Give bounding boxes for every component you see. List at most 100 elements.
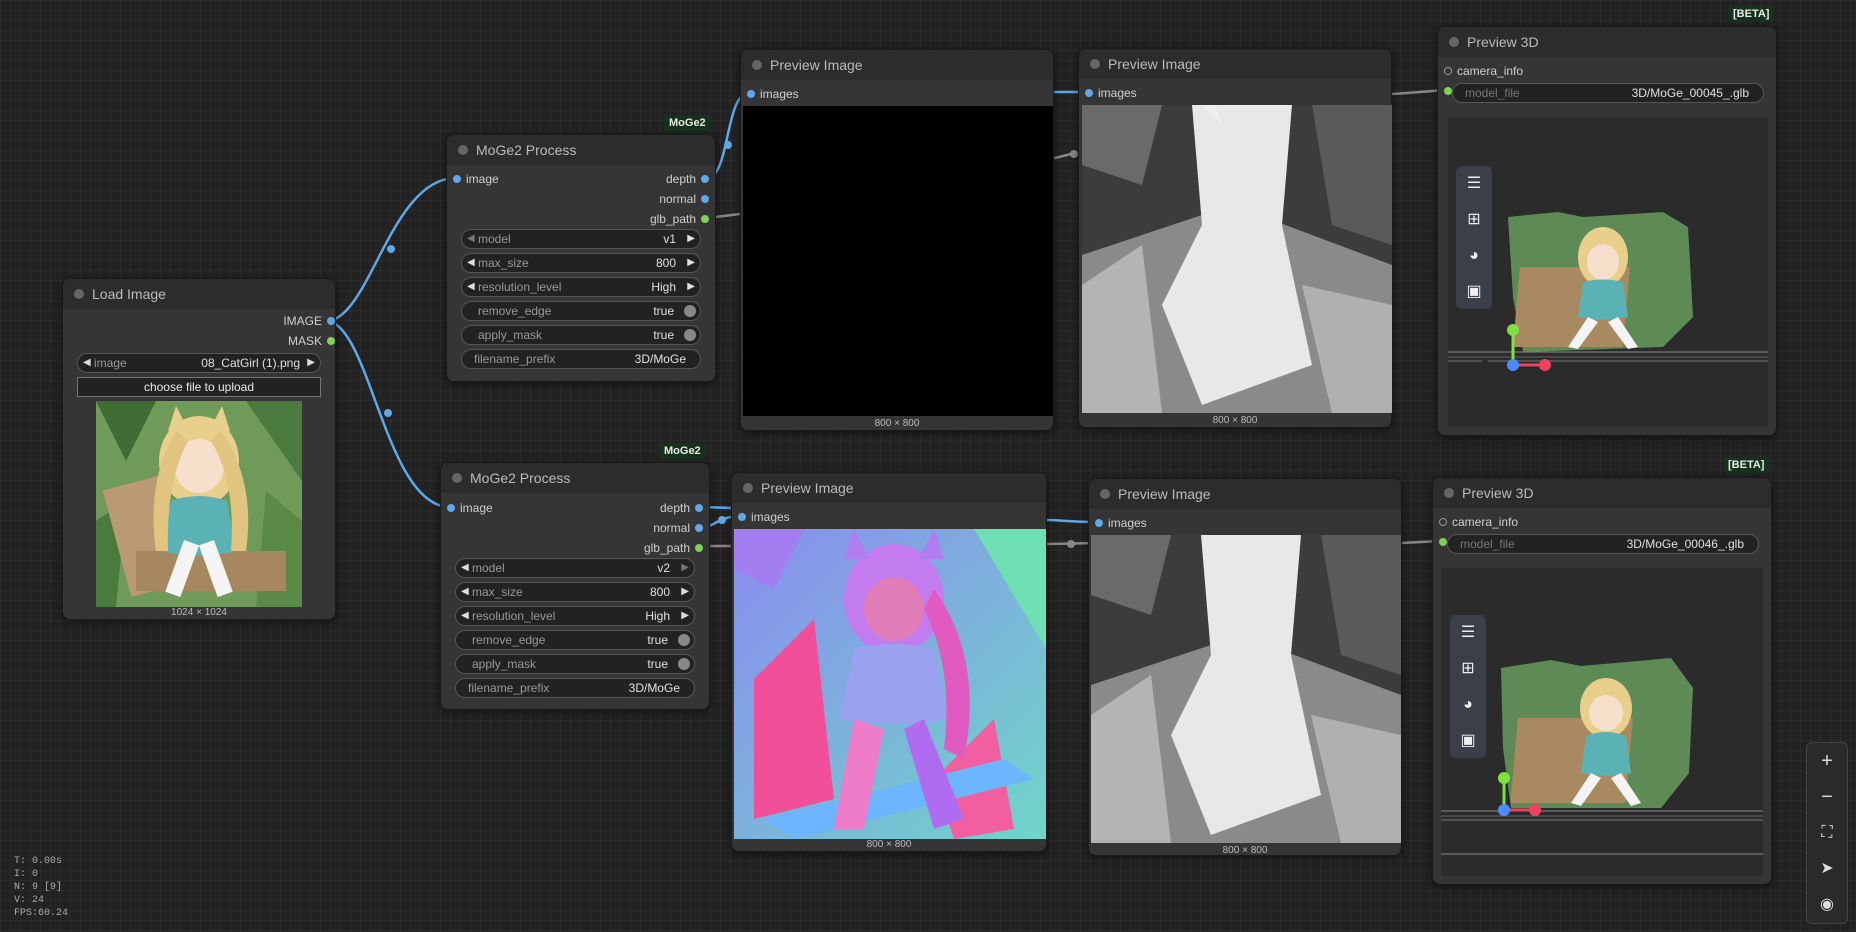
output-dot-icon[interactable] — [695, 504, 703, 512]
node-title[interactable]: Preview 3D — [1438, 27, 1776, 57]
model-widget[interactable]: ◀ model v2 ▶ — [455, 558, 695, 578]
input-images-slot[interactable]: images — [738, 509, 838, 525]
collapse-dot-icon[interactable] — [752, 60, 762, 70]
preview-3d-node-bottom[interactable]: Preview 3D camera_info model_file 3D/MoG… — [1432, 477, 1772, 885]
arrow-left-icon[interactable]: ◀ — [467, 254, 475, 272]
output-glb-slot[interactable]: glb_path — [609, 211, 709, 227]
fit-view-icon[interactable]: ⛶ — [1807, 815, 1847, 851]
apply-mask-toggle[interactable]: apply_mask true — [461, 325, 701, 345]
output-dot-icon[interactable] — [327, 337, 335, 345]
load-image-node[interactable]: Load Image IMAGE MASK ◀ image 08_CatGirl… — [62, 278, 336, 620]
arrow-left-icon[interactable]: ◀ — [461, 607, 469, 625]
arrow-right-icon[interactable]: ▶ — [687, 254, 695, 272]
moge-process-node-bottom[interactable]: MoGe2 Process image depth normal glb_pat… — [440, 462, 710, 710]
collapse-dot-icon[interactable] — [743, 483, 753, 493]
toggle-knob-icon[interactable] — [678, 658, 690, 670]
arrow-left-icon[interactable]: ◀ — [467, 278, 475, 296]
upload-button[interactable]: choose file to upload — [77, 377, 321, 397]
input-dot-icon[interactable] — [1439, 538, 1447, 546]
input-images-slot[interactable]: images — [1095, 515, 1195, 531]
preview-image-node[interactable]: Preview Image images 800 × 800 — [740, 49, 1054, 431]
node-title[interactable]: Preview Image — [1079, 49, 1391, 79]
collapse-dot-icon[interactable] — [452, 473, 462, 483]
arrow-right-icon[interactable]: ▶ — [681, 607, 689, 625]
arrow-left-icon[interactable]: ◀ — [83, 354, 91, 372]
model-file-field[interactable]: model_file 3D/MoGe_00046_.glb — [1447, 534, 1759, 554]
output-dot-icon[interactable] — [701, 175, 709, 183]
input-dot-icon[interactable] — [747, 90, 755, 98]
arrow-right-icon[interactable]: ▶ — [681, 559, 689, 577]
resolution-level-widget[interactable]: ◀ resolution_level High ▶ — [455, 606, 695, 626]
input-dot-icon[interactable] — [453, 175, 461, 183]
preview-image-node[interactable]: Preview Image images 800 × 800 — [731, 472, 1047, 852]
input-dot-icon[interactable] — [1444, 67, 1452, 75]
input-images-slot[interactable]: images — [747, 86, 847, 102]
collapse-dot-icon[interactable] — [1100, 489, 1110, 499]
collapse-dot-icon[interactable] — [1090, 59, 1100, 69]
output-depth-slot[interactable]: depth — [603, 500, 703, 516]
input-dot-icon[interactable] — [447, 504, 455, 512]
input-image-slot[interactable]: image — [453, 171, 553, 187]
toggle-knob-icon[interactable] — [678, 634, 690, 646]
node-title[interactable]: Preview Image — [732, 473, 1046, 503]
visibility-icon[interactable]: ◉ — [1807, 887, 1847, 923]
max-size-widget[interactable]: ◀ max_size 800 ▶ — [461, 253, 701, 273]
input-image-slot[interactable]: image — [447, 500, 547, 516]
output-glb-slot[interactable]: glb_path — [603, 540, 703, 556]
input-dot-icon[interactable] — [1439, 518, 1447, 526]
node-title[interactable]: MoGe2 Process — [447, 135, 715, 165]
arrow-right-icon[interactable]: ▶ — [687, 230, 695, 248]
preview-image-node[interactable]: Preview Image images 800 × 800 — [1078, 48, 1392, 428]
output-dot-icon[interactable] — [695, 544, 703, 552]
output-depth-slot[interactable]: depth — [609, 171, 709, 187]
collapse-dot-icon[interactable] — [74, 289, 84, 299]
output-mask-slot[interactable]: MASK — [215, 333, 335, 349]
zoom-in-icon[interactable]: + — [1807, 743, 1847, 779]
input-dot-icon[interactable] — [1085, 89, 1093, 97]
node-title[interactable]: Preview Image — [741, 50, 1053, 80]
output-dot-icon[interactable] — [701, 195, 709, 203]
arrow-right-icon[interactable]: ▶ — [681, 583, 689, 601]
toggle-knob-icon[interactable] — [684, 305, 696, 317]
image-select-widget[interactable]: ◀ image 08_CatGirl (1).png ▶ — [77, 353, 321, 373]
resolution-level-widget[interactable]: ◀ resolution_level High ▶ — [461, 277, 701, 297]
model-widget[interactable]: ◀ model v1 ▶ — [461, 229, 701, 249]
3d-viewport[interactable]: ☰ ⊞ ◕ ▣ — [1448, 117, 1768, 427]
node-title[interactable]: Preview Image — [1089, 479, 1401, 509]
arrow-right-icon[interactable]: ▶ — [307, 354, 315, 372]
output-image-slot[interactable]: IMAGE — [215, 313, 335, 329]
arrow-left-icon[interactable]: ◀ — [461, 559, 469, 577]
max-size-widget[interactable]: ◀ max_size 800 ▶ — [455, 582, 695, 602]
output-dot-icon[interactable] — [695, 524, 703, 532]
input-camera-info-slot[interactable]: camera_info — [1439, 514, 1579, 530]
arrow-left-icon[interactable]: ◀ — [461, 583, 469, 601]
navigate-icon[interactable]: ➤ — [1807, 851, 1847, 887]
preview-3d-node-top[interactable]: Preview 3D camera_info model_file 3D/MoG… — [1437, 26, 1777, 436]
input-camera-info-slot[interactable]: camera_info — [1444, 63, 1584, 79]
output-normal-slot[interactable]: normal — [603, 520, 703, 536]
input-images-slot[interactable]: images — [1085, 85, 1185, 101]
output-dot-icon[interactable] — [701, 215, 709, 223]
collapse-dot-icon[interactable] — [458, 145, 468, 155]
model-file-field[interactable]: model_file 3D/MoGe_00045_.glb — [1452, 83, 1764, 103]
collapse-dot-icon[interactable] — [1444, 488, 1454, 498]
node-title[interactable]: Preview 3D — [1433, 478, 1771, 508]
input-dot-icon[interactable] — [1095, 519, 1103, 527]
node-title[interactable]: Load Image — [63, 279, 335, 309]
collapse-dot-icon[interactable] — [1449, 37, 1459, 47]
preview-image-node[interactable]: Preview Image images 800 × 800 — [1088, 478, 1402, 856]
arrow-left-icon[interactable]: ◀ — [467, 230, 475, 248]
filename-prefix-field[interactable]: filename_prefix 3D/MoGe — [461, 349, 701, 369]
toggle-knob-icon[interactable] — [684, 329, 696, 341]
remove-edge-toggle[interactable]: remove_edge true — [461, 301, 701, 321]
output-dot-icon[interactable] — [327, 317, 335, 325]
input-dot-icon[interactable] — [1444, 87, 1452, 95]
filename-prefix-field[interactable]: filename_prefix 3D/MoGe — [455, 678, 695, 698]
arrow-right-icon[interactable]: ▶ — [687, 278, 695, 296]
3d-viewport[interactable]: ☰ ⊞ ◕ ▣ — [1441, 568, 1763, 876]
moge-process-node-top[interactable]: MoGe2 Process image depth normal glb_pat… — [446, 134, 716, 382]
zoom-out-icon[interactable]: − — [1807, 779, 1847, 815]
apply-mask-toggle[interactable]: apply_mask true — [455, 654, 695, 674]
output-normal-slot[interactable]: normal — [609, 191, 709, 207]
remove-edge-toggle[interactable]: remove_edge true — [455, 630, 695, 650]
